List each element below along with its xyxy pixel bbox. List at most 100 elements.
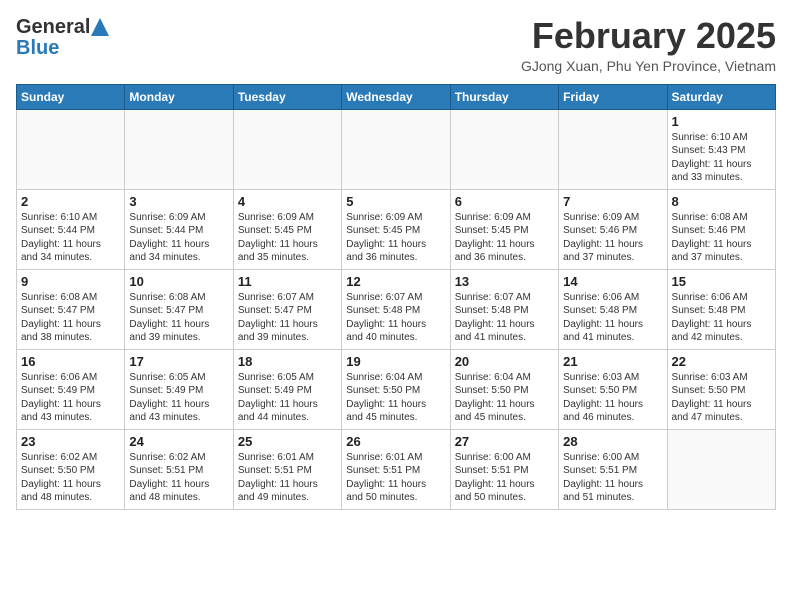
calendar-cell: 5 Sunrise: 6:09 AM Sunset: 5:45 PM Daylig… xyxy=(342,189,450,269)
col-header-tuesday: Tuesday xyxy=(233,84,341,109)
logo-blue: Blue xyxy=(16,37,59,60)
day-number: 16 xyxy=(21,354,120,369)
day-info: Sunrise: 6:06 AM Sunset: 5:48 PM Dayligh… xyxy=(563,291,662,345)
calendar-cell: 12 Sunrise: 6:07 AM Sunset: 5:48 PM Dayli… xyxy=(342,269,450,349)
day-number: 19 xyxy=(346,354,445,369)
day-info: Sunrise: 6:09 AM Sunset: 5:45 PM Dayligh… xyxy=(238,211,337,265)
calendar-cell: 11 Sunrise: 6:07 AM Sunset: 5:47 PM Dayli… xyxy=(233,269,341,349)
day-number: 7 xyxy=(563,194,662,209)
day-info: Sunrise: 6:01 AM Sunset: 5:51 PM Dayligh… xyxy=(238,451,337,505)
calendar-cell: 14 Sunrise: 6:06 AM Sunset: 5:48 PM Dayli… xyxy=(559,269,667,349)
calendar-cell: 20Sunrise: 6:04 AM Sunset: 5:50 PM Dayli… xyxy=(450,349,558,429)
calendar-cell xyxy=(667,429,775,509)
day-info: Sunrise: 6:02 AM Sunset: 5:50 PM Dayligh… xyxy=(21,451,120,505)
calendar-cell: 17 Sunrise: 6:05 AM Sunset: 5:49 PM Dayli… xyxy=(125,349,233,429)
day-info: Sunrise: 6:09 AM Sunset: 5:45 PM Dayligh… xyxy=(346,211,445,265)
day-number: 3 xyxy=(129,194,228,209)
calendar-cell: 21 Sunrise: 6:03 AM Sunset: 5:50 PM Dayli… xyxy=(559,349,667,429)
calendar-cell: 16Sunrise: 6:06 AM Sunset: 5:49 PM Dayli… xyxy=(17,349,125,429)
day-number: 17 xyxy=(129,354,228,369)
day-number: 13 xyxy=(455,274,554,289)
calendar-cell: 23 Sunrise: 6:02 AM Sunset: 5:50 PM Dayli… xyxy=(17,429,125,509)
day-number: 18 xyxy=(238,354,337,369)
day-info: Sunrise: 6:08 AM Sunset: 5:47 PM Dayligh… xyxy=(129,291,228,345)
location-title: GJong Xuan, Phu Yen Province, Vietnam xyxy=(521,58,776,74)
col-header-sunday: Sunday xyxy=(17,84,125,109)
day-info: Sunrise: 6:10 AM Sunset: 5:44 PM Dayligh… xyxy=(21,211,120,265)
day-number: 28 xyxy=(563,434,662,449)
calendar-cell: 2 Sunrise: 6:10 AM Sunset: 5:44 PM Daylig… xyxy=(17,189,125,269)
week-row-4: 16Sunrise: 6:06 AM Sunset: 5:49 PM Dayli… xyxy=(17,349,776,429)
logo-general: General xyxy=(16,16,90,39)
col-header-monday: Monday xyxy=(125,84,233,109)
calendar-cell: 1 Sunrise: 6:10 AM Sunset: 5:43 PM Daylig… xyxy=(667,109,775,189)
calendar-cell: 26 Sunrise: 6:01 AM Sunset: 5:51 PM Dayli… xyxy=(342,429,450,509)
col-header-thursday: Thursday xyxy=(450,84,558,109)
calendar-cell: 9 Sunrise: 6:08 AM Sunset: 5:47 PM Daylig… xyxy=(17,269,125,349)
calendar-cell: 24 Sunrise: 6:02 AM Sunset: 5:51 PM Dayli… xyxy=(125,429,233,509)
week-row-3: 9 Sunrise: 6:08 AM Sunset: 5:47 PM Daylig… xyxy=(17,269,776,349)
calendar-cell: 6Sunrise: 6:09 AM Sunset: 5:45 PM Daylig… xyxy=(450,189,558,269)
day-number: 9 xyxy=(21,274,120,289)
week-row-1: 1 Sunrise: 6:10 AM Sunset: 5:43 PM Daylig… xyxy=(17,109,776,189)
day-info: Sunrise: 6:08 AM Sunset: 5:46 PM Dayligh… xyxy=(672,211,771,265)
day-number: 12 xyxy=(346,274,445,289)
day-number: 2 xyxy=(21,194,120,209)
day-info: Sunrise: 6:07 AM Sunset: 5:48 PM Dayligh… xyxy=(346,291,445,345)
day-number: 11 xyxy=(238,274,337,289)
calendar-cell: 8 Sunrise: 6:08 AM Sunset: 5:46 PM Daylig… xyxy=(667,189,775,269)
day-number: 25 xyxy=(238,434,337,449)
col-header-friday: Friday xyxy=(559,84,667,109)
calendar-cell xyxy=(559,109,667,189)
week-row-5: 23 Sunrise: 6:02 AM Sunset: 5:50 PM Dayli… xyxy=(17,429,776,509)
day-number: 14 xyxy=(563,274,662,289)
calendar-cell: 18 Sunrise: 6:05 AM Sunset: 5:49 PM Dayli… xyxy=(233,349,341,429)
month-title: February 2025 xyxy=(521,16,776,56)
day-number: 4 xyxy=(238,194,337,209)
day-info: Sunrise: 6:07 AM Sunset: 5:48 PM Dayligh… xyxy=(455,291,554,345)
logo: General Blue xyxy=(16,16,109,60)
day-info: Sunrise: 6:05 AM Sunset: 5:49 PM Dayligh… xyxy=(129,371,228,425)
calendar-cell xyxy=(233,109,341,189)
day-info: Sunrise: 6:05 AM Sunset: 5:49 PM Dayligh… xyxy=(238,371,337,425)
day-info: Sunrise: 6:06 AM Sunset: 5:48 PM Dayligh… xyxy=(672,291,771,345)
calendar-cell: 19Sunrise: 6:04 AM Sunset: 5:50 PM Dayli… xyxy=(342,349,450,429)
logo-icon xyxy=(91,18,109,36)
calendar-cell: 7Sunrise: 6:09 AM Sunset: 5:46 PM Daylig… xyxy=(559,189,667,269)
day-number: 27 xyxy=(455,434,554,449)
calendar-cell xyxy=(450,109,558,189)
col-header-wednesday: Wednesday xyxy=(342,84,450,109)
calendar-cell: 15 Sunrise: 6:06 AM Sunset: 5:48 PM Dayli… xyxy=(667,269,775,349)
day-info: Sunrise: 6:09 AM Sunset: 5:44 PM Dayligh… xyxy=(129,211,228,265)
day-info: Sunrise: 6:02 AM Sunset: 5:51 PM Dayligh… xyxy=(129,451,228,505)
calendar-cell: 28 Sunrise: 6:00 AM Sunset: 5:51 PM Dayli… xyxy=(559,429,667,509)
day-number: 26 xyxy=(346,434,445,449)
week-row-2: 2 Sunrise: 6:10 AM Sunset: 5:44 PM Daylig… xyxy=(17,189,776,269)
calendar-cell: 4 Sunrise: 6:09 AM Sunset: 5:45 PM Daylig… xyxy=(233,189,341,269)
day-info: Sunrise: 6:07 AM Sunset: 5:47 PM Dayligh… xyxy=(238,291,337,345)
day-info: Sunrise: 6:00 AM Sunset: 5:51 PM Dayligh… xyxy=(455,451,554,505)
day-number: 1 xyxy=(672,114,771,129)
calendar-cell xyxy=(125,109,233,189)
day-number: 15 xyxy=(672,274,771,289)
calendar-cell: 10Sunrise: 6:08 AM Sunset: 5:47 PM Dayli… xyxy=(125,269,233,349)
page-header: General Blue February 2025 GJong Xuan, P… xyxy=(16,16,776,74)
day-number: 23 xyxy=(21,434,120,449)
day-info: Sunrise: 6:09 AM Sunset: 5:45 PM Dayligh… xyxy=(455,211,554,265)
day-info: Sunrise: 6:03 AM Sunset: 5:50 PM Dayligh… xyxy=(563,371,662,425)
calendar-cell xyxy=(17,109,125,189)
day-number: 21 xyxy=(563,354,662,369)
day-info: Sunrise: 6:10 AM Sunset: 5:43 PM Dayligh… xyxy=(672,131,771,185)
calendar-table: SundayMondayTuesdayWednesdayThursdayFrid… xyxy=(16,84,776,510)
day-info: Sunrise: 6:00 AM Sunset: 5:51 PM Dayligh… xyxy=(563,451,662,505)
col-header-saturday: Saturday xyxy=(667,84,775,109)
calendar-cell: 27 Sunrise: 6:00 AM Sunset: 5:51 PM Dayli… xyxy=(450,429,558,509)
day-number: 5 xyxy=(346,194,445,209)
day-info: Sunrise: 6:01 AM Sunset: 5:51 PM Dayligh… xyxy=(346,451,445,505)
title-block: February 2025 GJong Xuan, Phu Yen Provin… xyxy=(521,16,776,74)
day-number: 8 xyxy=(672,194,771,209)
day-number: 24 xyxy=(129,434,228,449)
day-info: Sunrise: 6:08 AM Sunset: 5:47 PM Dayligh… xyxy=(21,291,120,345)
calendar-header-row: SundayMondayTuesdayWednesdayThursdayFrid… xyxy=(17,84,776,109)
day-info: Sunrise: 6:03 AM Sunset: 5:50 PM Dayligh… xyxy=(672,371,771,425)
